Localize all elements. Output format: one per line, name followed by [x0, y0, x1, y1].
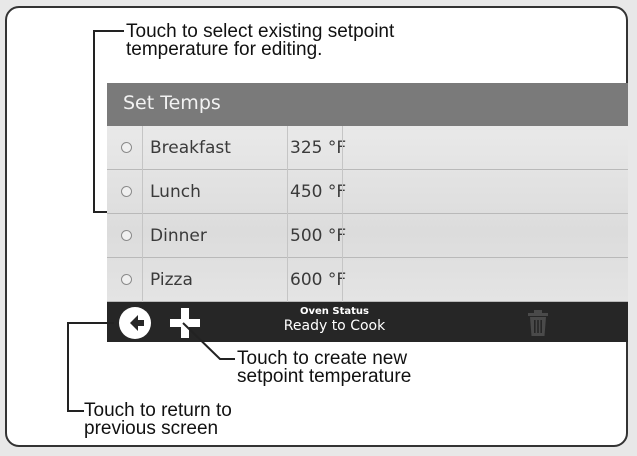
callout-create-setpoint: Touch to create new setpoint temperature [237, 348, 412, 387]
leader-line [67, 322, 114, 324]
divider [342, 126, 343, 170]
setpoint-name: Dinner [150, 226, 207, 246]
radio-icon[interactable] [121, 142, 132, 153]
status-label: Oven Status [300, 306, 369, 317]
divider [342, 214, 343, 258]
divider [142, 126, 143, 170]
leader-line [67, 410, 84, 412]
divider [342, 258, 343, 302]
divider [142, 258, 143, 302]
setpoint-temp: 450 °F [290, 182, 347, 202]
radio-icon[interactable] [121, 230, 132, 241]
setpoint-row[interactable]: Breakfast 325 °F [107, 126, 637, 170]
leader-line [93, 30, 124, 32]
back-arrow-circle-icon [130, 315, 144, 331]
title-bar: Set Temps [107, 83, 637, 126]
divider [287, 214, 288, 258]
oven-screen: Set Temps Breakfast 325 °F Lunch 450 °F … [107, 83, 637, 353]
divider [142, 170, 143, 214]
back-button[interactable] [119, 307, 151, 339]
divider [342, 170, 343, 214]
trash-icon [528, 310, 548, 336]
setpoint-temp: 500 °F [290, 226, 347, 246]
setpoint-row[interactable]: Pizza 600 °F [107, 258, 637, 302]
callout-return: Touch to return to previous screen [84, 400, 232, 439]
leader-line [67, 322, 69, 412]
status-value: Ready to Cook [283, 318, 386, 334]
radio-icon[interactable] [121, 186, 132, 197]
oven-status: Oven Status Ready to Cook [262, 306, 407, 334]
radio-icon[interactable] [121, 274, 132, 285]
screen-mask [628, 0, 637, 456]
setpoint-name: Lunch [150, 182, 201, 202]
leader-line [93, 30, 95, 213]
setpoint-name: Pizza [150, 270, 193, 290]
page-title: Set Temps [123, 92, 221, 114]
leader-line [182, 322, 235, 360]
setpoint-temp: 600 °F [290, 270, 347, 290]
divider [287, 126, 288, 170]
setpoint-row[interactable]: Dinner 500 °F [107, 214, 637, 258]
callout-select-setpoint: Touch to select existing setpoint temper… [126, 21, 395, 60]
divider [287, 170, 288, 214]
divider [142, 214, 143, 258]
setpoint-name: Breakfast [150, 138, 231, 158]
delete-button[interactable] [527, 309, 549, 337]
setpoint-temp: 325 °F [290, 138, 347, 158]
setpoint-row[interactable]: Lunch 450 °F [107, 170, 637, 214]
setpoint-list: Breakfast 325 °F Lunch 450 °F Dinner 500… [107, 126, 637, 302]
divider [287, 258, 288, 302]
